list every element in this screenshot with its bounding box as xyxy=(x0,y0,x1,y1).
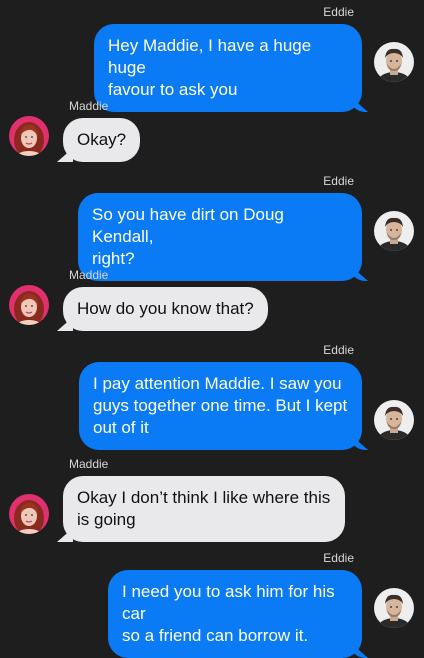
sender-name-eddie: Eddie xyxy=(323,343,354,357)
message-thread: Eddie Hey Maddie, I have a huge huge fav… xyxy=(0,0,424,658)
message-bubble-incoming[interactable]: Okay I don’t think I like where this is … xyxy=(63,476,345,542)
message-line: Okay I don’t think I like where this xyxy=(77,488,331,507)
sender-name-eddie: Eddie xyxy=(323,174,354,188)
woman-avatar-icon[interactable] xyxy=(9,285,49,325)
message-bubble-outgoing[interactable]: I pay attention Maddie. I saw you guys t… xyxy=(79,362,362,450)
man-avatar-icon[interactable] xyxy=(374,42,414,82)
message-line: I pay attention Maddie. I saw you xyxy=(93,374,342,393)
message-line: so a friend can borrow it. xyxy=(122,626,309,645)
man-avatar-icon[interactable] xyxy=(374,211,414,251)
message-line: is going xyxy=(77,510,136,529)
message-bubble-outgoing[interactable]: So you have dirt on Doug Kendall, right? xyxy=(78,193,362,281)
man-avatar-icon[interactable] xyxy=(374,588,414,628)
woman-avatar-icon[interactable] xyxy=(9,116,49,156)
message-line: right? xyxy=(92,249,135,268)
message-line: favour to ask you xyxy=(108,80,238,99)
message-bubble-incoming[interactable]: Okay? xyxy=(63,118,141,162)
man-avatar-icon[interactable] xyxy=(374,400,414,440)
message-line: So you have dirt on Doug Kendall, xyxy=(92,205,284,246)
sender-name-maddie: Maddie xyxy=(69,99,109,113)
sender-name-eddie: Eddie xyxy=(323,551,354,565)
sender-name-eddie: Eddie xyxy=(323,5,354,19)
message-bubble-incoming[interactable]: How do you know that? xyxy=(63,287,268,331)
message-line: How do you know that? xyxy=(77,299,254,318)
message-line: Okay? xyxy=(77,130,127,149)
message-line: Hey Maddie, I have a huge huge xyxy=(108,36,312,77)
sender-name-maddie: Maddie xyxy=(69,268,109,282)
woman-avatar-icon[interactable] xyxy=(9,494,49,534)
message-bubble-outgoing[interactable]: Hey Maddie, I have a huge huge favour to… xyxy=(94,24,362,112)
message-line: out of it xyxy=(93,418,149,437)
message-line: guys together one time. But I kept xyxy=(93,396,348,415)
sender-name-maddie: Maddie xyxy=(69,457,109,471)
message-line: I need you to ask him for his car xyxy=(122,582,335,623)
message-bubble-outgoing[interactable]: I need you to ask him for his car so a f… xyxy=(108,570,362,658)
